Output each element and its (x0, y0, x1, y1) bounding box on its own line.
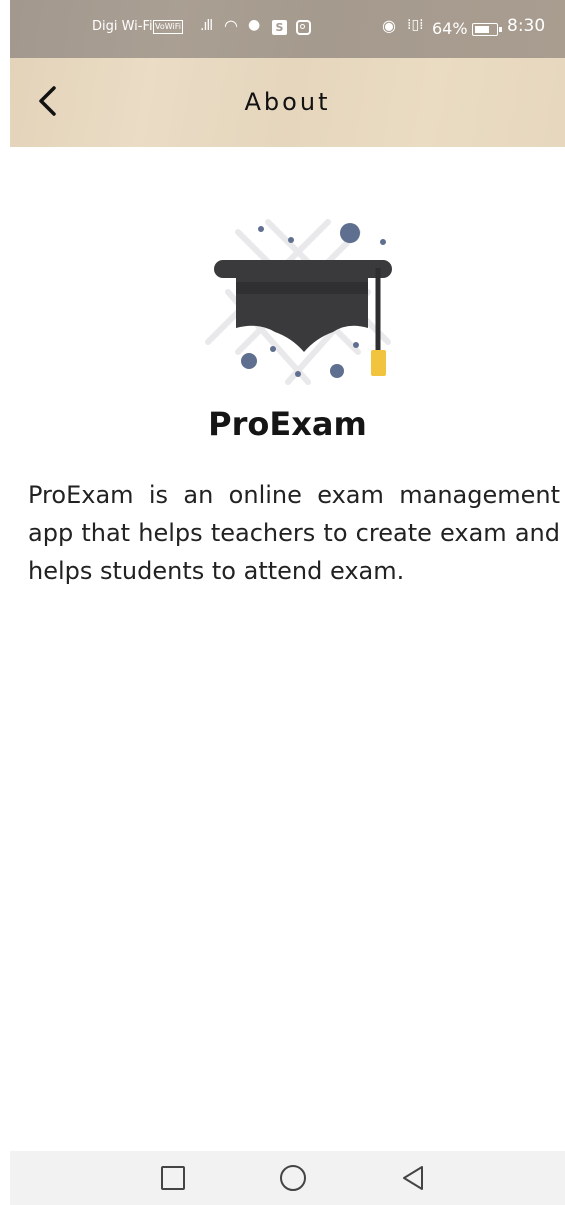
app-bar: About (10, 58, 565, 147)
system-nav-bar (10, 1151, 565, 1205)
page-title: About (244, 88, 331, 116)
eye-icon: ◉ (382, 16, 396, 35)
battery-icon (472, 23, 502, 36)
wechat-icon: ● (248, 17, 261, 33)
signal-icon: .ıll (200, 18, 213, 34)
app-description: ProExam is an online exam management app… (28, 481, 560, 585)
s-app-icon: S (272, 20, 287, 35)
status-bar: Digi Wi-Fi VoWiFi .ıll ◠ ● S ◉ ⁞▯⁞ 64% 8… (10, 0, 565, 58)
status-clock: 8:30 (507, 16, 546, 36)
recent-apps-button[interactable] (158, 1163, 188, 1193)
recent-apps-icon (161, 1166, 185, 1190)
vowifi-badge: VoWiFi (153, 20, 183, 34)
instagram-icon (296, 20, 311, 35)
screen: Digi Wi-Fi VoWiFi .ıll ◠ ● S ◉ ⁞▯⁞ 64% 8… (10, 0, 565, 1205)
home-button[interactable] (278, 1163, 308, 1193)
graduation-cap-icon (198, 202, 398, 402)
wifi-icon: ◠ (224, 16, 238, 35)
nav-back-button[interactable] (398, 1163, 428, 1193)
back-icon (403, 1166, 423, 1190)
vibrate-icon: ⁞▯⁞ (407, 17, 424, 33)
app-name: ProExam (208, 405, 367, 443)
home-icon (280, 1165, 306, 1191)
battery-percent: 64% (432, 19, 468, 38)
carrier-label: Digi Wi-Fi (92, 19, 153, 34)
